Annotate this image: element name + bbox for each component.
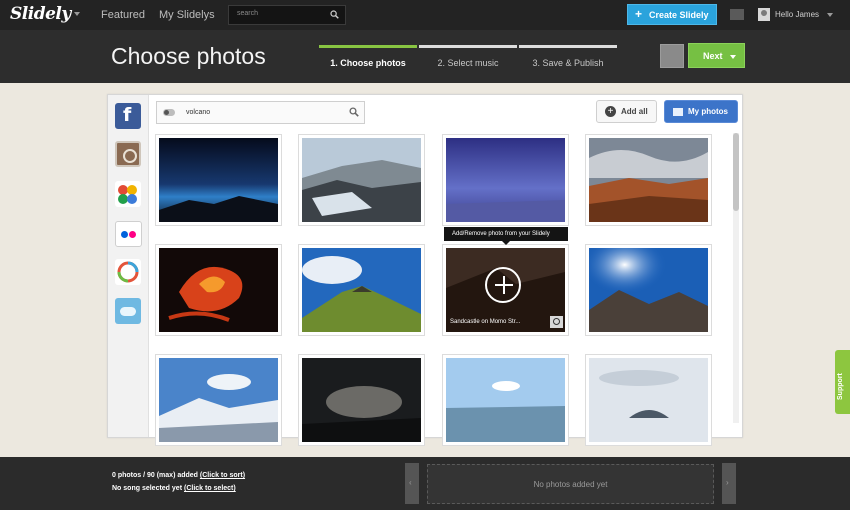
photo-caption: Sandcastle on Momo Str... (450, 319, 521, 325)
nav-featured[interactable]: Featured (101, 9, 145, 21)
support-label: Support (837, 373, 844, 400)
user-menu-caret-icon[interactable] (827, 13, 833, 17)
selected-photos-tray[interactable]: No photos added yet (427, 464, 714, 504)
photo-count-line: 0 photos / 90 (max) added (Click to sort… (112, 472, 245, 479)
scrollbar-thumb[interactable] (733, 133, 739, 211)
create-slidely-button[interactable]: + Create Slidely (627, 4, 717, 25)
search-icon[interactable] (330, 10, 339, 19)
slidely-logo[interactable]: Slidely (10, 4, 71, 24)
user-greeting[interactable]: Hello James (775, 10, 819, 19)
photo-image (159, 358, 278, 442)
song-status-line: No song selected yet (Click to select) (112, 485, 236, 492)
plus-icon: + (635, 7, 643, 21)
tray-left-arrow[interactable]: ‹ (405, 463, 419, 504)
google-plus-glyph (118, 185, 137, 204)
photo-tile[interactable] (442, 354, 569, 446)
picasa-icon[interactable] (115, 259, 141, 285)
photo-tile[interactable] (585, 244, 712, 336)
photo-tile[interactable] (155, 134, 282, 226)
facebook-icon[interactable] (115, 103, 141, 129)
photo-tile[interactable] (298, 354, 425, 446)
photo-tile[interactable] (298, 134, 425, 226)
step-label: 1. Choose photos (330, 58, 406, 68)
add-all-button[interactable]: + Add all (596, 100, 657, 123)
add-circle-icon: + (605, 106, 616, 117)
photo-image (446, 138, 565, 222)
zoom-icon[interactable] (550, 316, 563, 328)
logo-caret-icon[interactable] (74, 12, 80, 16)
my-photos-label: My photos (688, 107, 728, 116)
search-toggle-icon[interactable] (163, 109, 175, 116)
support-tab[interactable]: Support (835, 350, 850, 414)
next-caret-icon (730, 55, 736, 59)
photo-search-input[interactable]: volcano (156, 101, 365, 124)
photo-image (159, 138, 278, 222)
photo-search-query: volcano (186, 109, 211, 116)
bottom-bar: 0 photos / 90 (max) added (Click to sort… (0, 457, 850, 510)
photo-image (589, 248, 708, 332)
step-select-music[interactable]: 2. Select music (419, 45, 517, 83)
photo-image (159, 248, 278, 332)
my-photos-button[interactable]: My photos (664, 100, 738, 123)
step-choose-photos[interactable]: 1. Choose photos (319, 45, 417, 83)
sort-link[interactable]: (Click to sort) (200, 472, 245, 479)
photo-tile[interactable] (155, 244, 282, 336)
photo-tile[interactable] (585, 354, 712, 446)
photo-image (446, 358, 565, 442)
mail-icon[interactable] (730, 9, 744, 20)
flickr-icon[interactable] (115, 221, 142, 247)
google-plus-icon[interactable] (115, 181, 141, 207)
photo-tile-hovered[interactable]: Sandcastle on Momo Str... (442, 244, 569, 336)
photo-image (589, 138, 708, 222)
site-search-input[interactable]: search (228, 5, 346, 25)
photo-tile[interactable] (298, 244, 425, 336)
photo-image (302, 138, 421, 222)
photo-image (302, 358, 421, 442)
photo-tile[interactable] (155, 354, 282, 446)
add-photo-plus-icon[interactable] (485, 267, 521, 303)
photos-icon (673, 108, 683, 116)
chevron-left-icon: ‹ (409, 478, 412, 487)
create-slidely-label: Create Slidely (649, 10, 709, 20)
site-search-placeholder: search (237, 10, 259, 17)
photo-count-text: 0 photos / 90 (max) added (112, 472, 198, 479)
add-remove-tooltip: Add/Remove photo from your Slidely (444, 227, 568, 245)
page-title: Choose photos (111, 43, 266, 69)
tray-empty-label: No photos added yet (533, 480, 608, 489)
step-save-publish[interactable]: 3. Save & Publish (519, 45, 617, 83)
step-label: 2. Select music (437, 58, 499, 68)
photo-source-sidebar (108, 95, 149, 437)
upload-cloud-icon[interactable] (115, 298, 141, 324)
photo-image (589, 358, 708, 442)
next-label: Next (703, 51, 723, 61)
add-all-label: Add all (621, 107, 648, 116)
photo-tile[interactable] (585, 134, 712, 226)
song-status-text: No song selected yet (112, 485, 183, 492)
picasa-glyph (117, 261, 139, 283)
chevron-right-icon: › (726, 478, 729, 487)
next-button[interactable]: Next (688, 43, 745, 68)
nav-my-slidelys[interactable]: My Slidelys (159, 9, 215, 21)
step-label: 3. Save & Publish (532, 58, 604, 68)
photo-grid-scrollbar[interactable] (733, 133, 739, 423)
tray-right-arrow[interactable]: › (722, 463, 736, 504)
photo-image (302, 248, 421, 332)
wizard-header: Choose photos 1. Choose photos 2. Select… (0, 30, 850, 83)
avatar[interactable] (758, 8, 770, 21)
top-bar: Slidely Featured My Slidelys search + Cr… (0, 0, 850, 30)
back-button[interactable] (660, 44, 684, 68)
photo-tile[interactable] (442, 134, 569, 226)
select-song-link[interactable]: (Click to select) (184, 485, 236, 492)
instagram-icon[interactable] (115, 141, 141, 167)
search-icon[interactable] (349, 107, 359, 117)
